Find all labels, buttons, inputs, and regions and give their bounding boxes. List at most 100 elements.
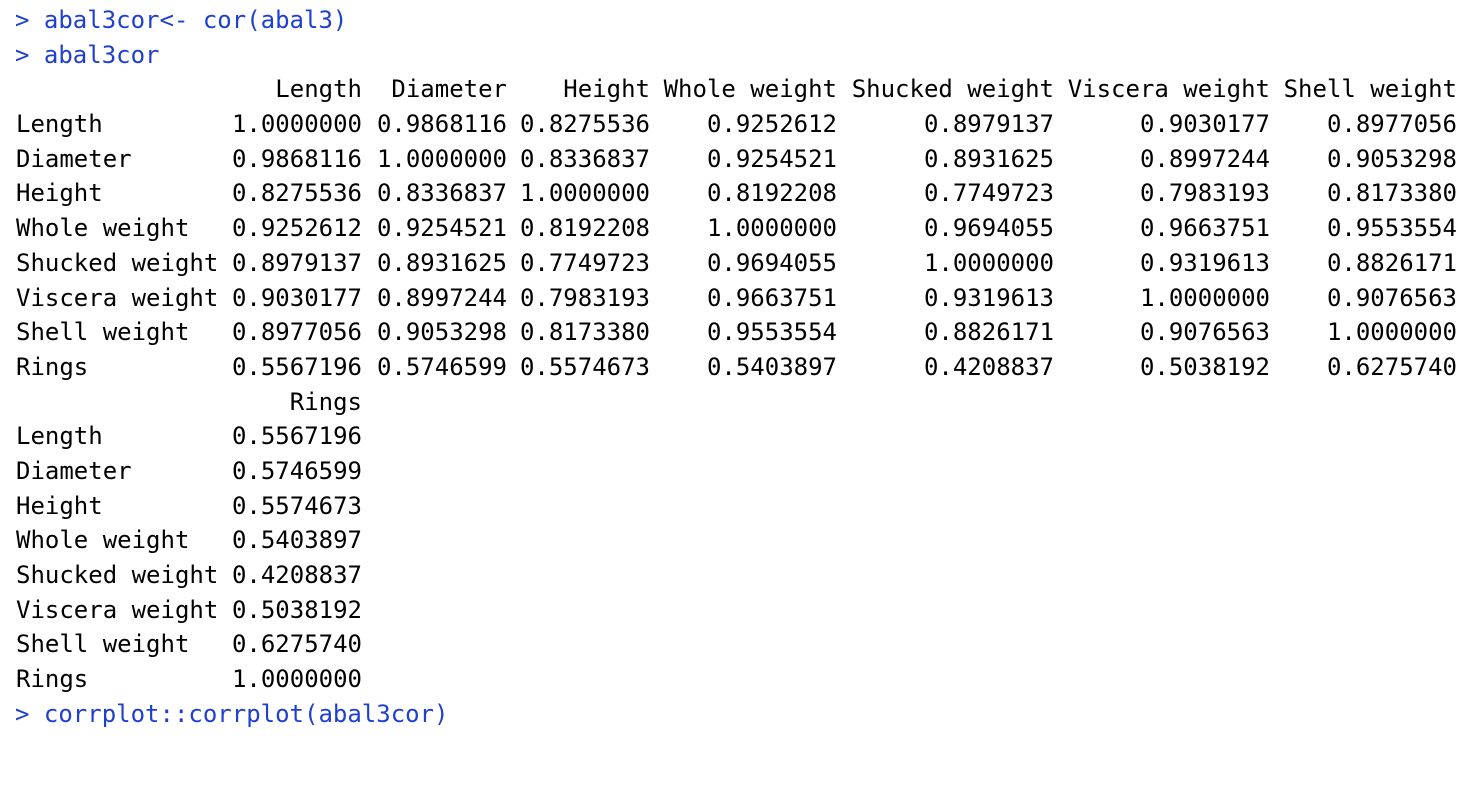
matrix-row: Shell weight 0.6275740 <box>0 627 1476 662</box>
matrix-cell: 0.5574673 <box>231 491 362 520</box>
matrix-cell: 0.9868116 <box>231 144 362 173</box>
matrix-cell: 0.9694055 <box>923 214 1054 243</box>
matrix-cell: 0.5403897 <box>231 526 362 555</box>
row-label: Diameter <box>16 456 132 485</box>
matrix-cell: 0.6275740 <box>231 630 362 659</box>
row-label: Whole weight <box>16 214 190 243</box>
matrix-cell: 0.5038192 <box>231 595 362 624</box>
matrix-row: Whole weight 0.5403897 <box>0 523 1476 558</box>
matrix-cell: 0.6275740 <box>1326 352 1457 381</box>
row-label: Shucked weight <box>16 248 219 277</box>
prompt-symbol: > <box>15 6 30 34</box>
matrix-cell: 0.9553554 <box>706 318 837 347</box>
column-header: Shucked weight <box>851 75 1054 104</box>
matrix-cell: 1.0000000 <box>376 144 507 173</box>
matrix-row: Shell weight 0.8977056 0.9053298 0.81733… <box>0 315 1476 350</box>
matrix-cell: 1.0000000 <box>231 110 362 139</box>
matrix-cell: 0.8826171 <box>1326 248 1457 277</box>
matrix-row: Whole weight 0.9252612 0.9254521 0.81922… <box>0 211 1476 246</box>
matrix-cell: 0.9076563 <box>1139 318 1270 347</box>
column-header: Length <box>275 75 362 104</box>
matrix-cell: 0.9319613 <box>923 283 1054 312</box>
console-command-line: > abal3cor <box>0 38 1476 73</box>
matrix-cell: 0.8997244 <box>376 283 507 312</box>
column-header: Viscera weight <box>1067 75 1270 104</box>
command-text: corrplot::corrplot(abal3cor) <box>43 699 449 728</box>
matrix-cell: 0.9663751 <box>706 283 837 312</box>
row-label: Height <box>16 491 103 520</box>
matrix-cell: 0.9663751 <box>1139 214 1270 243</box>
row-label: Height <box>16 179 103 208</box>
matrix-cell: 0.4208837 <box>923 352 1054 381</box>
matrix-cell: 0.5746599 <box>376 352 507 381</box>
column-header: Diameter <box>391 75 507 104</box>
matrix-cell: 1.0000000 <box>923 248 1054 277</box>
matrix-cell: 0.9319613 <box>1139 248 1270 277</box>
matrix-cell: 0.9030177 <box>231 283 362 312</box>
matrix-cell: 0.7749723 <box>923 179 1054 208</box>
r-console[interactable]: > abal3cor<- cor(abal3) > abal3cor Lengt… <box>0 0 1476 732</box>
matrix-cell: 0.7983193 <box>1139 179 1270 208</box>
row-label: Shell weight <box>16 318 190 347</box>
matrix-row: Diameter 0.9868116 1.0000000 0.8336837 0… <box>0 142 1476 177</box>
prompt-symbol: > <box>15 40 30 69</box>
matrix-cell: 1.0000000 <box>519 179 650 208</box>
matrix-cell: 0.5567196 <box>231 352 362 381</box>
row-label: Length <box>16 110 103 139</box>
column-header: Whole weight <box>663 75 837 104</box>
matrix-row: Length 0.5567196 <box>0 419 1476 454</box>
matrix-cell: 0.9252612 <box>706 110 837 139</box>
matrix-header-row: Length Diameter Height Whole weight Shuc… <box>0 72 1476 107</box>
column-header: Shell weight <box>1283 75 1457 104</box>
matrix-cell: 1.0000000 <box>1326 318 1457 347</box>
row-label: Rings <box>16 665 89 694</box>
matrix-cell: 0.9868116 <box>376 110 507 139</box>
matrix-cell: 0.5038192 <box>1139 352 1270 381</box>
matrix-cell: 0.9053298 <box>1326 144 1457 173</box>
matrix-cell: 1.0000000 <box>231 665 362 694</box>
matrix-row: Length 1.0000000 0.9868116 0.8275536 0.9… <box>0 107 1476 142</box>
matrix-row: Shucked weight 0.8979137 0.8931625 0.774… <box>0 246 1476 281</box>
matrix-cell: 0.8173380 <box>1326 179 1457 208</box>
console-command-line: > abal3cor<- cor(abal3) <box>0 3 1476 38</box>
matrix-cell: 1.0000000 <box>706 214 837 243</box>
row-label: Diameter <box>16 144 132 173</box>
matrix-cell: 0.9053298 <box>376 318 507 347</box>
matrix-row: Rings 0.5567196 0.5746599 0.5574673 0.54… <box>0 350 1476 385</box>
column-header: Rings <box>289 387 362 416</box>
row-label: Whole weight <box>16 526 190 555</box>
matrix-cell: 0.7983193 <box>519 283 650 312</box>
matrix-cell: 0.9252612 <box>231 214 362 243</box>
matrix-cell: 0.9254521 <box>376 214 507 243</box>
matrix-cell: 0.8979137 <box>231 248 362 277</box>
matrix-row: Height 0.8275536 0.8336837 1.0000000 0.8… <box>0 176 1476 211</box>
command-text: abal3cor<- cor(abal3) <box>43 6 348 34</box>
row-label: Shell weight <box>16 630 190 659</box>
matrix-cell: 0.4208837 <box>231 561 362 589</box>
matrix-row: Viscera weight 0.5038192 <box>0 593 1476 628</box>
matrix-cell: 0.8192208 <box>706 179 837 208</box>
matrix-cell: 0.5567196 <box>231 422 362 451</box>
console-command-line: > corrplot::corrplot(abal3cor) <box>0 697 1476 732</box>
matrix-row: Rings 1.0000000 <box>0 662 1476 697</box>
matrix-cell: 0.5574673 <box>519 352 650 381</box>
matrix-cell: 0.8173380 <box>519 318 650 347</box>
matrix-cell: 0.8275536 <box>231 179 362 208</box>
matrix-cell: 0.5746599 <box>231 456 362 485</box>
row-label: Shucked weight <box>16 561 219 589</box>
matrix-row: Height 0.5574673 <box>0 489 1476 524</box>
matrix-cell: 0.9694055 <box>706 248 837 277</box>
matrix-cell: 0.8997244 <box>1139 144 1270 173</box>
row-label: Viscera weight <box>16 595 219 624</box>
command-text: abal3cor <box>43 40 160 69</box>
matrix-header-row: Rings <box>0 385 1476 420</box>
matrix-cell: 0.8826171 <box>923 318 1054 347</box>
matrix-cell: 0.8931625 <box>376 248 507 277</box>
row-label: Viscera weight <box>16 283 219 312</box>
matrix-cell: 0.7749723 <box>519 248 650 277</box>
row-label: Rings <box>16 352 89 381</box>
column-header: Height <box>563 75 650 104</box>
matrix-cell: 0.8977056 <box>231 318 362 347</box>
matrix-row: Shucked weight 0.4208837 <box>0 558 1476 593</box>
matrix-cell: 0.9076563 <box>1326 283 1457 312</box>
